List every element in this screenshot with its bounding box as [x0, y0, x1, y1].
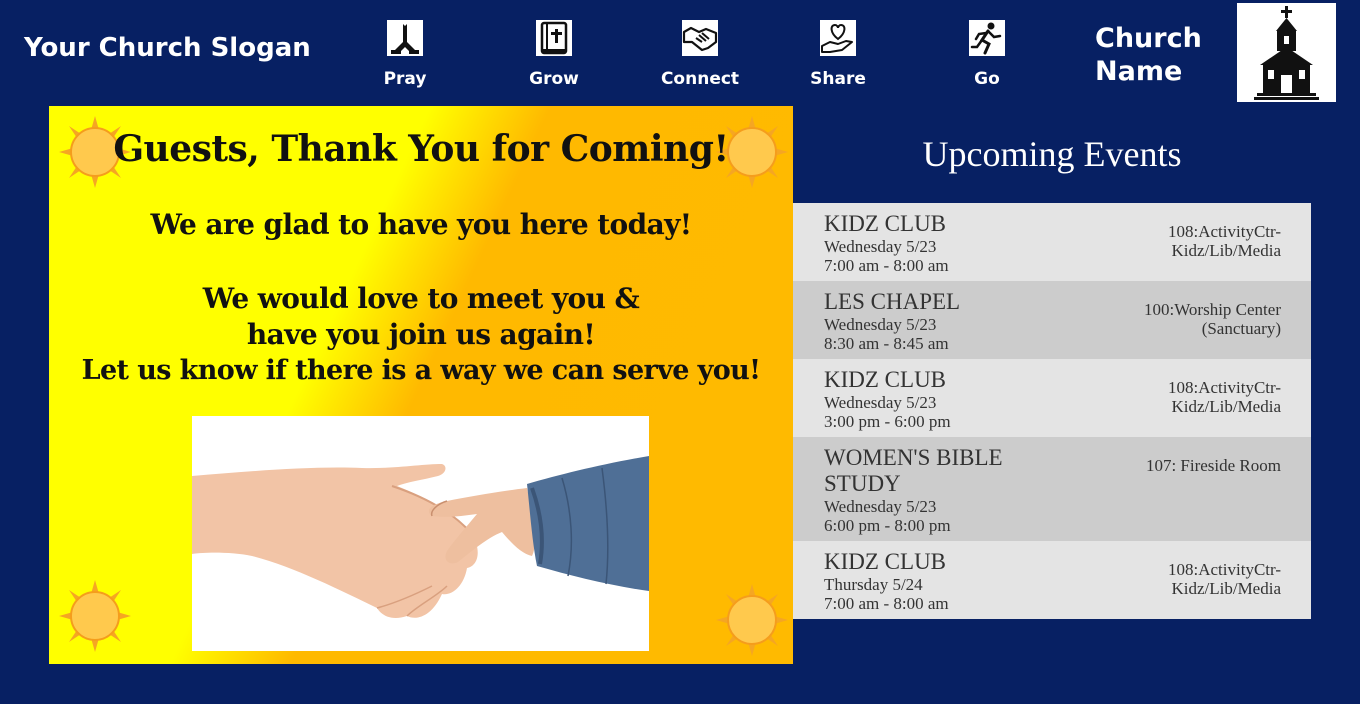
praying-hands-icon — [387, 20, 423, 56]
nav-label: Share — [810, 69, 866, 89]
event-name: KIDZ CLUB — [824, 549, 947, 574]
church-name-line2: Name — [1095, 56, 1183, 87]
event-name: LES CHAPEL — [824, 289, 961, 314]
nav-go[interactable]: Go — [937, 20, 1037, 89]
event-room-line: 108:ActivityCtr- — [1168, 378, 1281, 397]
slide-line: We would love to meet you & — [202, 282, 640, 315]
church-building-icon — [1254, 6, 1319, 100]
event-time: 6:00 pm - 8:00 pm — [824, 516, 951, 535]
event-row[interactable]: KIDZ CLUB Wednesday 5/23 3:00 pm - 6:00 … — [793, 359, 1311, 437]
event-room: 108:ActivityCtr- Kidz/Lib/Media — [1081, 378, 1281, 416]
nav-label: Grow — [529, 69, 579, 89]
event-row[interactable]: WOMEN'S BIBLE STUDY Wednesday 5/23 6:00 … — [793, 437, 1311, 541]
church-name-line1: Church — [1095, 23, 1202, 54]
events-list: KIDZ CLUB Wednesday 5/23 7:00 am - 8:00 … — [793, 203, 1311, 619]
events-title: Upcoming Events — [922, 134, 1182, 174]
running-person-icon — [969, 20, 1005, 56]
event-room-line: 108:ActivityCtr- — [1168, 560, 1281, 579]
event-room-line: 100:Worship Center — [1144, 300, 1281, 319]
event-room-line: 108:ActivityCtr- — [1168, 222, 1281, 241]
event-row[interactable]: LES CHAPEL Wednesday 5/23 8:30 am - 8:45… — [793, 281, 1311, 359]
slide-line: Let us know if there is a way we can ser… — [81, 355, 761, 386]
church-name: Church Name — [1095, 22, 1225, 88]
slide-line: We are glad to have you here today! — [150, 208, 693, 241]
event-room-line: Kidz/Lib/Media — [1171, 397, 1281, 416]
event-room: 108:ActivityCtr- Kidz/Lib/Media — [1081, 222, 1281, 260]
nav-label: Pray — [383, 69, 427, 89]
slide-title: Guests, Thank You for Coming! — [113, 128, 729, 170]
church-slogan: Your Church Slogan — [24, 33, 311, 63]
event-room-line: Kidz/Lib/Media — [1171, 241, 1281, 260]
slide-line: have you join us again! — [246, 318, 596, 351]
event-name: KIDZ CLUB — [824, 367, 947, 392]
bible-icon — [536, 20, 572, 56]
event-row[interactable]: KIDZ CLUB Thursday 5/24 7:00 am - 8:00 a… — [793, 541, 1311, 619]
event-room: 100:Worship Center (Sanctuary) — [1081, 300, 1281, 338]
event-room-line: Kidz/Lib/Media — [1171, 579, 1281, 598]
event-room: 107: Fireside Room — [1081, 456, 1281, 475]
event-name: WOMEN'S BIBLE STUDY — [824, 445, 1003, 496]
event-row[interactable]: KIDZ CLUB Wednesday 5/23 7:00 am - 8:00 … — [793, 203, 1311, 281]
sun-icon — [714, 582, 790, 658]
nav-connect[interactable]: Connect — [650, 20, 750, 89]
handshake-photo — [192, 416, 649, 651]
nav-share[interactable]: Share — [788, 20, 888, 89]
event-room: 108:ActivityCtr- Kidz/Lib/Media — [1081, 560, 1281, 598]
event-room-line: (Sanctuary) — [1201, 319, 1281, 338]
sun-icon — [57, 578, 133, 654]
heart-in-hand-icon — [820, 20, 856, 56]
handshake-icon — [682, 20, 718, 56]
church-logo[interactable] — [1237, 3, 1336, 102]
nav-label: Go — [974, 69, 1000, 89]
nav-label: Connect — [660, 69, 740, 89]
event-date: Wednesday 5/23 — [824, 497, 937, 516]
event-room-line: 107: Fireside Room — [1145, 456, 1281, 475]
nav-grow[interactable]: Grow — [504, 20, 604, 89]
welcome-slide[interactable]: Guests, Thank You for Coming! We are gla… — [49, 106, 793, 664]
nav-pray[interactable]: Pray — [355, 20, 455, 89]
event-name: KIDZ CLUB — [824, 211, 947, 236]
